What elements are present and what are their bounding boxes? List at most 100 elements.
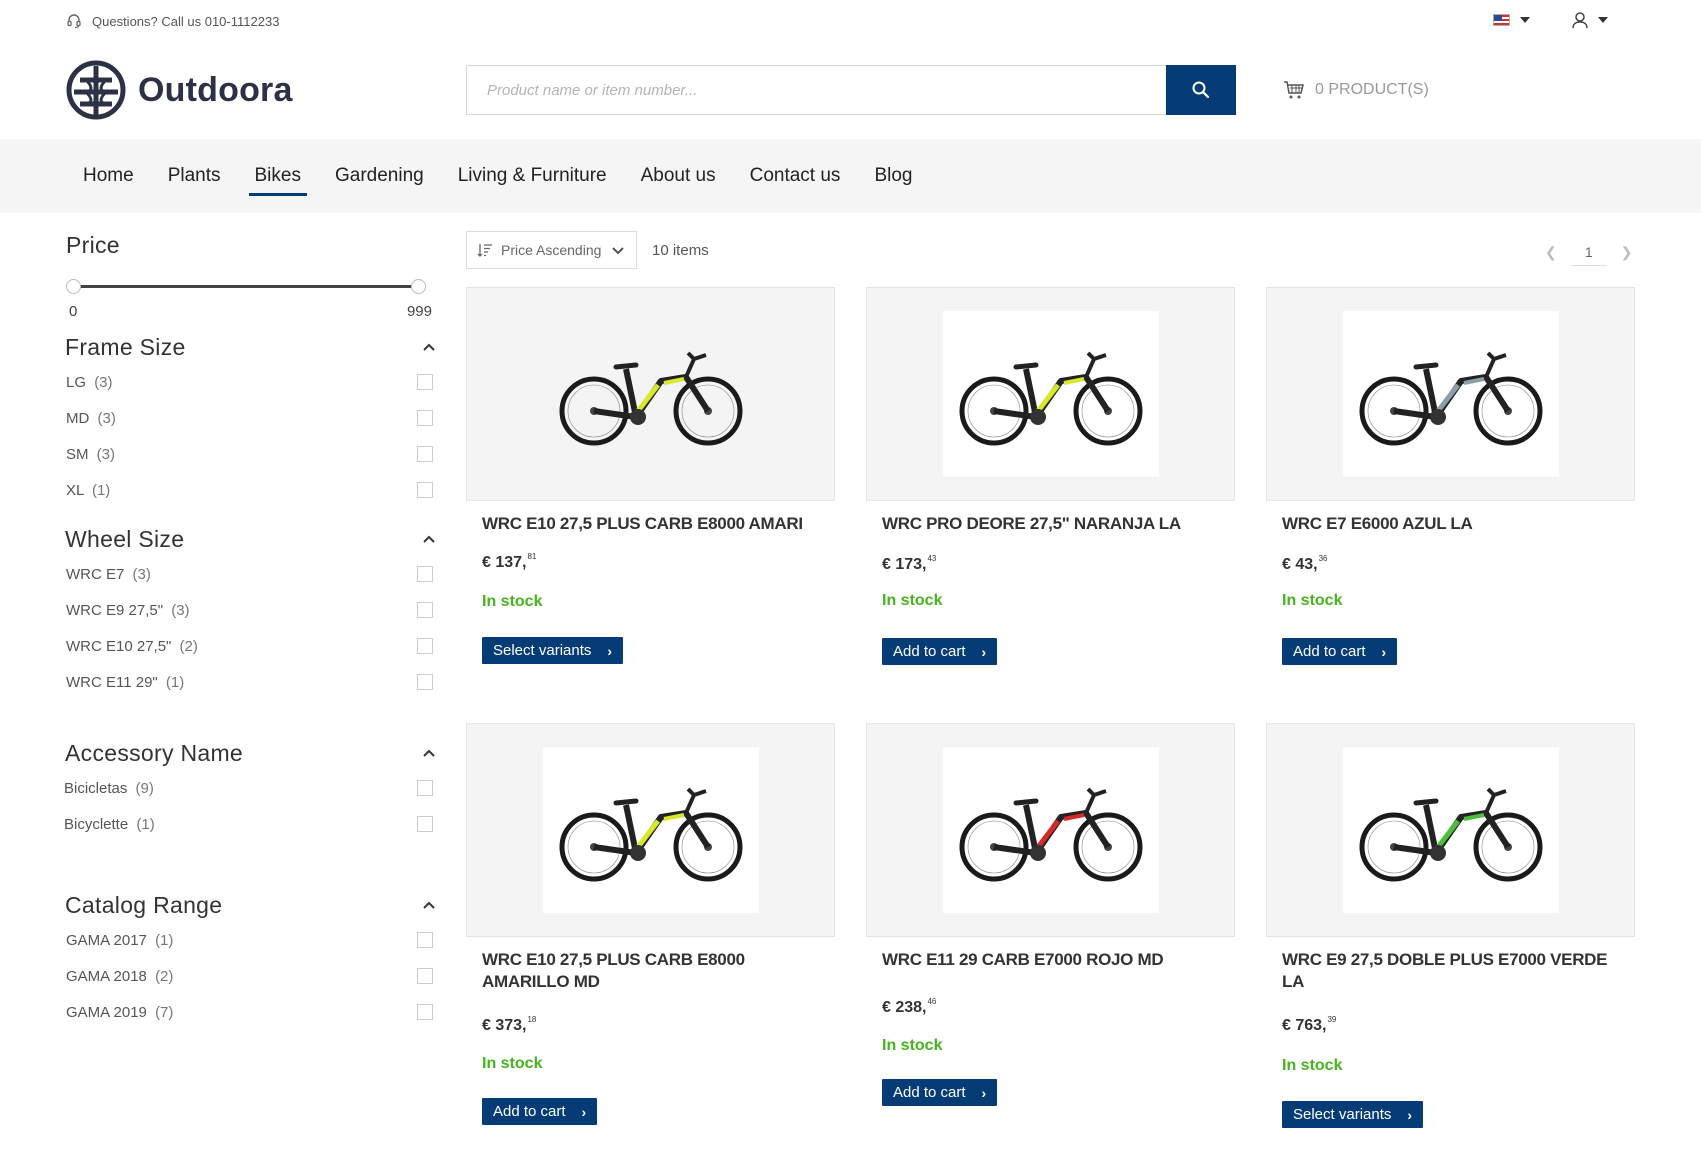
- product-image[interactable]: [1266, 723, 1635, 937]
- filter-option[interactable]: WRC E10 27,5" (2): [66, 628, 436, 664]
- product-image[interactable]: [466, 287, 835, 501]
- catalog-range-facet: Catalog Range GAMA 2017 (1) GAMA 2018 (2…: [65, 892, 436, 1030]
- price-cents: 81: [527, 552, 537, 561]
- chevron-up-icon[interactable]: [422, 342, 436, 352]
- filter-option[interactable]: WRC E9 27,5" (3): [66, 592, 436, 628]
- account-caret-icon[interactable]: [1598, 17, 1608, 23]
- button-label: Add to cart: [493, 1103, 566, 1120]
- nav-item-plants[interactable]: Plants: [151, 139, 238, 213]
- option-count: (1): [91, 481, 111, 499]
- option-text: Bicicletas (9): [64, 780, 154, 797]
- mini-cart[interactable]: 0 PRODUCT(S): [1283, 80, 1429, 100]
- chevron-up-icon[interactable]: [422, 748, 436, 758]
- select-variants-button[interactable]: Select variants ›: [482, 637, 624, 664]
- filter-option[interactable]: WRC E11 29" (1): [66, 664, 436, 700]
- product-card: WRC E9 27,5 DOBLE PLUS E7000 VERDE LA € …: [1266, 723, 1635, 1128]
- stock-status: In stock: [482, 1055, 543, 1072]
- select-variants-button[interactable]: Select variants ›: [1282, 1101, 1424, 1128]
- search-button[interactable]: [1166, 65, 1236, 115]
- nav-item-gardening[interactable]: Gardening: [318, 139, 441, 213]
- chevron-right-icon: ›: [1381, 643, 1387, 660]
- slider-max-handle[interactable]: [411, 279, 426, 294]
- frame-size-title: Frame Size: [65, 334, 186, 360]
- checkbox[interactable]: [417, 602, 433, 618]
- option-label: XL: [66, 481, 84, 499]
- filter-option[interactable]: SM (3): [66, 436, 436, 472]
- checkbox[interactable]: [417, 446, 433, 462]
- next-page-icon[interactable]: ❯: [1621, 244, 1633, 261]
- price-main: € 238,: [882, 999, 927, 1016]
- language-caret-icon[interactable]: [1520, 17, 1530, 23]
- chevron-up-icon[interactable]: [422, 534, 436, 544]
- nav-item-contact-us[interactable]: Contact us: [733, 139, 858, 213]
- checkbox[interactable]: [417, 932, 433, 948]
- checkbox[interactable]: [417, 816, 433, 832]
- checkbox[interactable]: [417, 968, 433, 984]
- nav-item-home[interactable]: Home: [66, 139, 151, 213]
- add-to-cart-button[interactable]: Add to cart ›: [1282, 638, 1398, 665]
- checkbox[interactable]: [417, 482, 433, 498]
- filter-option[interactable]: MD (3): [66, 400, 436, 436]
- product-name[interactable]: WRC E11 29 CARB E7000 ROJO MD: [882, 949, 1227, 971]
- product-image[interactable]: [866, 287, 1235, 501]
- filter-option[interactable]: WRC E7 (3): [66, 556, 436, 592]
- us-flag-icon[interactable]: [1493, 14, 1510, 26]
- add-to-cart-button[interactable]: Add to cart ›: [882, 1079, 998, 1106]
- product-price: € 763,39: [1282, 1015, 1336, 1035]
- nav-item-blog[interactable]: Blog: [857, 139, 929, 213]
- checkbox[interactable]: [417, 638, 433, 654]
- filter-option[interactable]: Bicyclette (1): [64, 806, 436, 842]
- add-to-cart-button[interactable]: Add to cart ›: [882, 638, 998, 665]
- filter-option[interactable]: GAMA 2019 (7): [66, 994, 436, 1030]
- sort-dropdown[interactable]: Price Ascending: [466, 231, 637, 269]
- chevron-up-icon[interactable]: [422, 900, 436, 910]
- checkbox[interactable]: [417, 410, 433, 426]
- chevron-right-icon: ›: [607, 642, 613, 659]
- logo[interactable]: Outdoora: [66, 60, 293, 120]
- checkbox[interactable]: [417, 1004, 433, 1020]
- product-card: WRC E11 29 CARB E7000 ROJO MD € 238,46 I…: [866, 723, 1235, 1106]
- nav-item-bikes[interactable]: Bikes: [238, 139, 318, 213]
- product-name[interactable]: WRC E10 27,5 PLUS CARB E8000 AMARILLO MD: [482, 949, 827, 993]
- product-name[interactable]: WRC E10 27,5 PLUS CARB E8000 AMARI: [482, 513, 827, 535]
- nav-item-about-us[interactable]: About us: [624, 139, 733, 213]
- option-count: (1): [165, 673, 185, 691]
- option-text: WRC E11 29" (1): [66, 674, 184, 691]
- stock-status: In stock: [1282, 1057, 1343, 1074]
- filter-option[interactable]: GAMA 2018 (2): [66, 958, 436, 994]
- filter-option[interactable]: XL (1): [66, 472, 436, 508]
- product-name[interactable]: WRC PRO DEORE 27,5" NARANJA LA: [882, 513, 1227, 535]
- add-to-cart-button[interactable]: Add to cart ›: [482, 1098, 598, 1125]
- product-name[interactable]: WRC E7 E6000 AZUL LA: [1282, 513, 1627, 535]
- option-count: (3): [132, 565, 151, 583]
- sort-label: Price Ascending: [501, 242, 602, 258]
- filter-option[interactable]: LG (3): [66, 364, 436, 400]
- slider-min-handle[interactable]: [66, 279, 81, 294]
- filter-option[interactable]: GAMA 2017 (1): [66, 922, 436, 958]
- nav-item-living-furniture[interactable]: Living & Furniture: [441, 139, 624, 213]
- option-text: XL (1): [66, 482, 110, 499]
- stock-status: In stock: [882, 592, 943, 609]
- option-count: (2): [179, 637, 198, 655]
- product-image[interactable]: [866, 723, 1235, 937]
- option-count: (7): [155, 1003, 174, 1021]
- checkbox[interactable]: [417, 780, 433, 796]
- prev-page-icon[interactable]: ❮: [1545, 244, 1557, 261]
- bike-image: [942, 747, 1159, 913]
- current-page[interactable]: 1: [1570, 238, 1607, 266]
- filter-option[interactable]: Bicicletas (9): [64, 770, 436, 806]
- checkbox[interactable]: [417, 674, 433, 690]
- checkbox[interactable]: [417, 374, 433, 390]
- price-max: 999: [406, 303, 432, 320]
- bike-image: [942, 311, 1159, 477]
- checkbox[interactable]: [417, 566, 433, 582]
- product-image[interactable]: [466, 723, 835, 937]
- product-name[interactable]: WRC E9 27,5 DOBLE PLUS E7000 VERDE LA: [1282, 949, 1627, 993]
- product-image[interactable]: [1266, 287, 1635, 501]
- search-input[interactable]: [467, 66, 1166, 114]
- product-price: € 373,18: [482, 1015, 536, 1035]
- price-range-slider[interactable]: [66, 279, 426, 294]
- product-price: € 238,46: [882, 997, 936, 1017]
- price-main: € 173,: [882, 556, 927, 573]
- user-icon[interactable]: [1570, 10, 1590, 35]
